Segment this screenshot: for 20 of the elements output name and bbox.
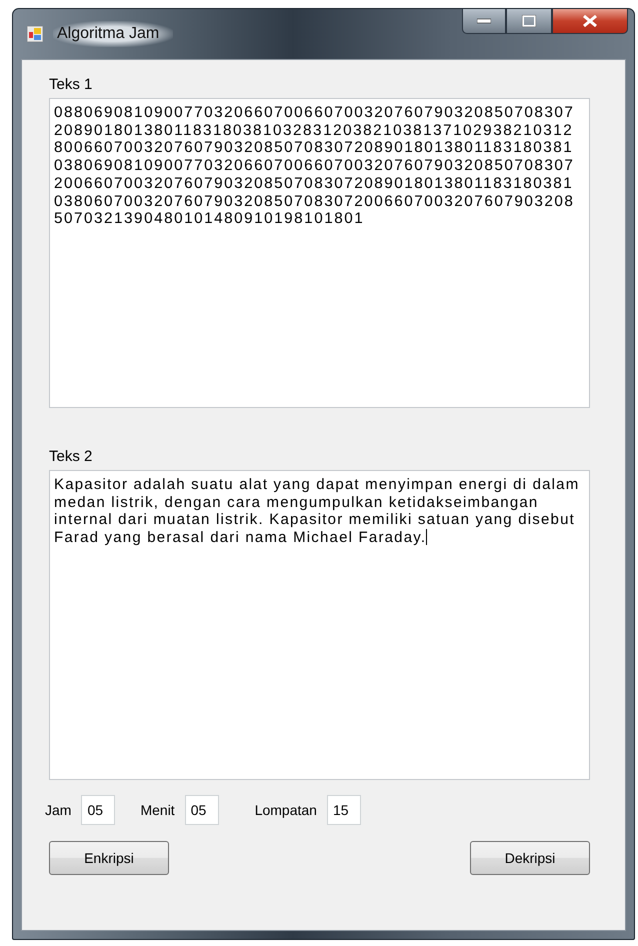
maximize-icon	[522, 15, 536, 27]
minimize-icon	[477, 18, 491, 24]
app-icon	[27, 26, 43, 42]
close-icon	[582, 15, 598, 27]
text-area[interactable]: 0880690810900770320660700660700320760790320850708307 2089018013801183180381032831203821038137102938210312 8006607003207607903208507083072089018013801183180381 0380690810900770320660700660700320760790320850708307 2006607003207607903208507083072089018013801183180381 0380607003207607903208507083072006607003207607903208 5070321390480101480910198101801	[49, 98, 590, 408]
field-label: Lompatan	[254, 802, 317, 818]
input-field[interactable]: 05	[81, 795, 116, 825]
text-area[interactable]: Kapasitor adalah suatu alat yang dapat menyimpan energi di dalam medan listrik, dengan cara mengumpulkan ketidakseimbangan internal dari muatan listrik. Kapasitor memiliki satuan yang disebut Farad yang berasal dari nama Michael Faraday.	[49, 470, 590, 780]
text-label: Teks 1	[49, 76, 94, 93]
field-label: Jam	[45, 802, 72, 818]
close-button[interactable]	[552, 9, 628, 34]
action-button[interactable]: Enkripsi	[49, 841, 169, 875]
input-field[interactable]: 05	[184, 795, 219, 825]
field-label: Menit	[140, 802, 175, 818]
action-button[interactable]: Dekripsi	[470, 841, 590, 875]
maximize-button[interactable]	[506, 9, 552, 34]
text-label: Teks 2	[49, 448, 94, 465]
minimize-button[interactable]	[462, 9, 506, 34]
window-title: Algoritma Jam	[53, 21, 174, 47]
input-field[interactable]: 15	[326, 795, 361, 825]
